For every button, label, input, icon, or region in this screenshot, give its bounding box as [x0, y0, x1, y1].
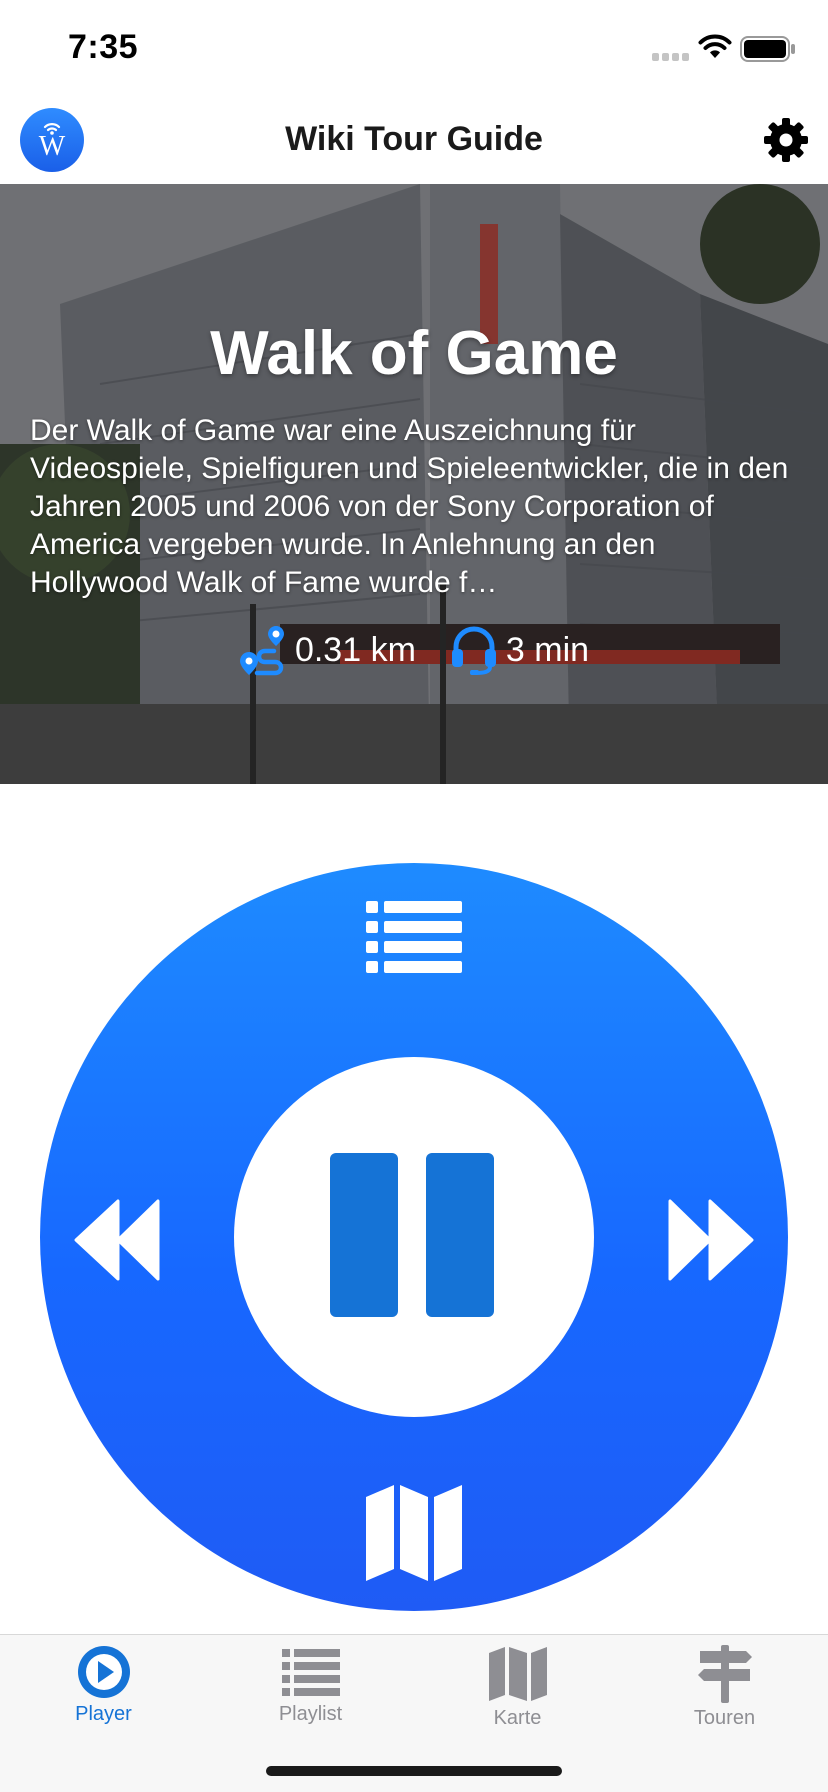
rewind-button[interactable] [74, 1197, 162, 1283]
tab-touren[interactable]: Touren [621, 1645, 828, 1745]
tab-karte-label: Karte [493, 1707, 542, 1729]
fast-forward-icon [668, 1199, 754, 1281]
rewind-icon [74, 1199, 160, 1281]
poi-title: Walk of Game [210, 319, 618, 388]
fast-forward-button[interactable] [666, 1197, 754, 1283]
map-icon [488, 1647, 547, 1701]
settings-button[interactable] [762, 116, 810, 164]
duration-info: 3 min [450, 625, 589, 675]
list-icon [281, 1649, 340, 1696]
tab-player-label: Player [75, 1703, 132, 1725]
pause-icon-bar [426, 1153, 494, 1317]
status-time: 7:35 [68, 28, 139, 66]
tab-player[interactable]: Player [0, 1645, 207, 1745]
hero-section: Walk of Game Der Walk of Game war eine A… [0, 184, 828, 784]
page-title: Wiki Tour Guide [285, 120, 543, 158]
pause-icon [330, 1153, 398, 1317]
distance-value: 0.31 km [294, 630, 416, 669]
status-bar: 7:35 [0, 0, 828, 96]
tab-playlist-label: Playlist [278, 1703, 343, 1725]
poi-meta: 0.31 km 3 min [0, 622, 828, 678]
play-pause-circle [234, 1057, 594, 1417]
cellular-signal-icon [652, 53, 689, 61]
gear-icon [764, 118, 808, 162]
tab-playlist[interactable]: Playlist [207, 1645, 414, 1745]
battery-icon [740, 36, 795, 62]
map-button[interactable] [364, 1483, 464, 1583]
signpost-icon [697, 1645, 752, 1703]
tab-touren-label: Touren [693, 1707, 756, 1729]
navigation-bar: W Wiki Tour Guide [0, 96, 828, 184]
poi-description: Der Walk of Game war eine Auszeichnung f… [30, 414, 789, 599]
wifi-icon [698, 34, 732, 58]
list-icon [366, 901, 462, 973]
player-control-wheel [40, 863, 788, 1611]
app-screen: 7:35 W Wiki Tour Guide Walk of Game Der … [0, 0, 828, 1792]
headset-icon [451, 626, 496, 675]
distance-info: 0.31 km [239, 624, 416, 676]
duration-value: 3 min [505, 630, 590, 669]
tab-karte[interactable]: Karte [414, 1645, 621, 1745]
play-circle-icon [77, 1646, 130, 1698]
pause-button[interactable] [330, 1153, 498, 1321]
playlist-button[interactable] [364, 899, 464, 979]
map-icon [366, 1485, 462, 1581]
home-indicator[interactable] [266, 1766, 562, 1776]
route-icon [239, 626, 284, 676]
